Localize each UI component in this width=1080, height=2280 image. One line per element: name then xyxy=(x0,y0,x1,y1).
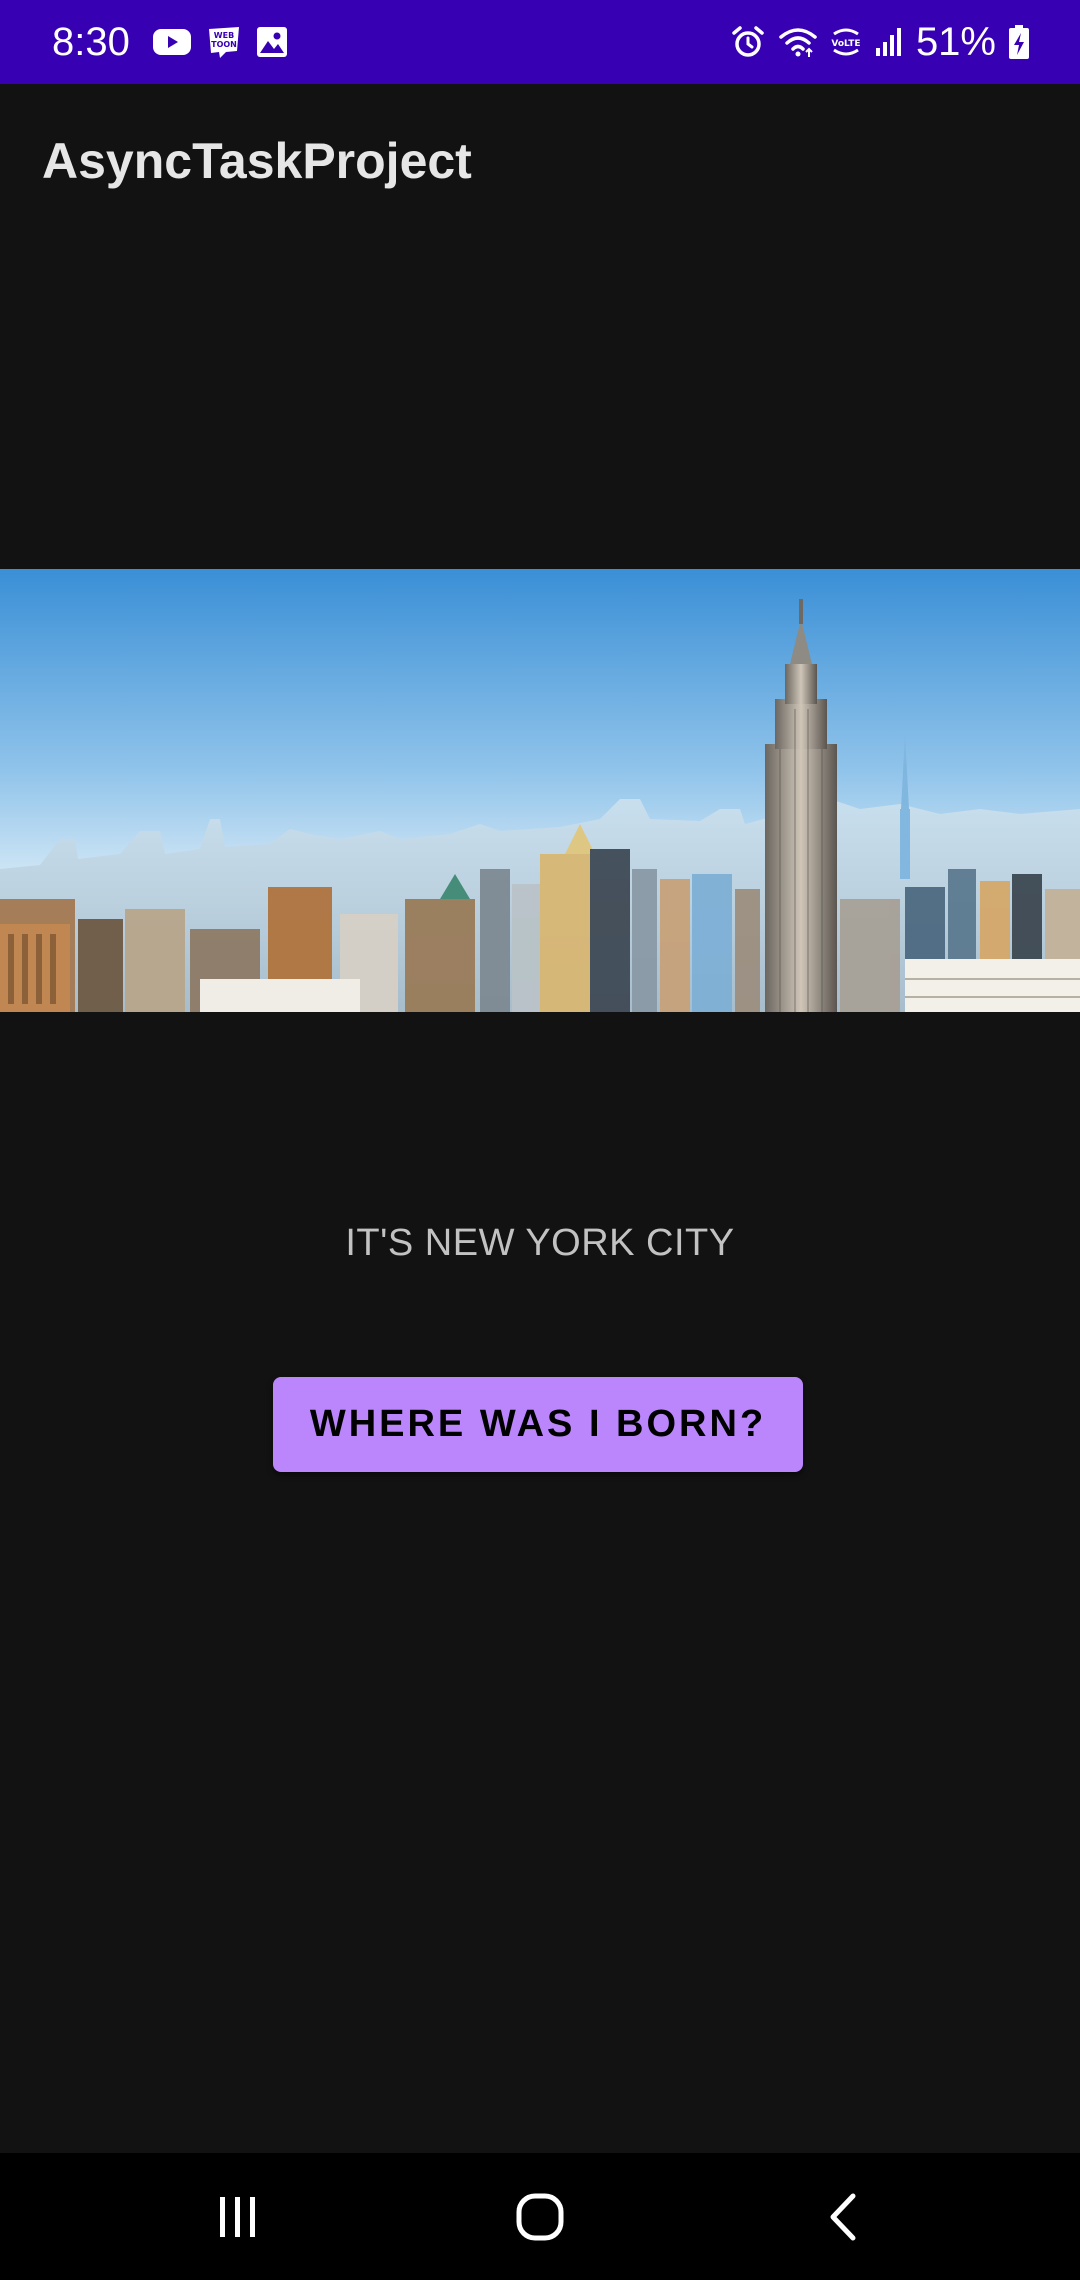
youtube-icon xyxy=(152,29,191,55)
screen: 8:30 WEB TOON VoLTE 51% AsyncTaskProject… xyxy=(0,0,1080,2280)
app-bar: AsyncTaskProject xyxy=(0,84,1080,238)
battery-charging-icon xyxy=(1009,25,1029,59)
back-icon xyxy=(830,2193,856,2240)
signal-icon xyxy=(875,28,901,56)
webtoon-icon: WEB TOON xyxy=(208,27,239,58)
gallery-icon xyxy=(256,27,287,57)
wifi-icon xyxy=(779,28,817,57)
recents-button[interactable] xyxy=(168,2153,308,2280)
battery-percent: 51% xyxy=(915,19,996,64)
recents-icon xyxy=(220,2196,255,2237)
volte-icon: VoLTE xyxy=(831,28,861,56)
svg-text:WEB: WEB xyxy=(214,31,234,40)
city-skyline-image xyxy=(0,569,1080,1012)
home-button[interactable] xyxy=(470,2153,610,2280)
svg-text:TOON: TOON xyxy=(211,40,237,49)
app-title: AsyncTaskProject xyxy=(42,133,472,189)
result-text: IT'S NEW YORK CITY xyxy=(345,1222,735,1264)
status-left: 8:30 WEB TOON xyxy=(52,0,288,84)
where-was-i-born-button[interactable]: WHERE WAS I BORN? xyxy=(273,1377,803,1472)
navigation-bar xyxy=(0,2153,1080,2280)
back-button[interactable] xyxy=(773,2153,913,2280)
alarm-icon xyxy=(732,26,764,57)
status-time: 8:30 xyxy=(52,19,130,64)
svg-text:VoLTE: VoLTE xyxy=(831,39,860,49)
status-bar: 8:30 WEB TOON VoLTE 51% xyxy=(0,0,1080,84)
status-right: VoLTE 51% xyxy=(730,0,1030,84)
home-icon xyxy=(516,2193,564,2240)
